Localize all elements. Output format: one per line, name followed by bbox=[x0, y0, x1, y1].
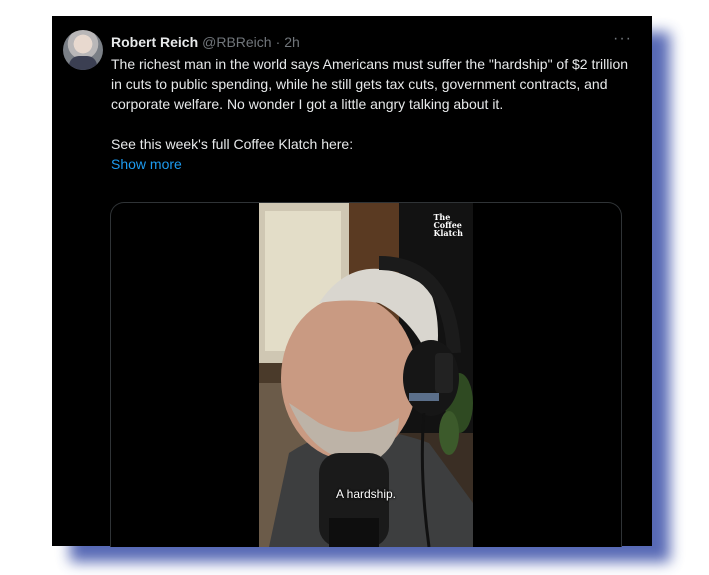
screenshot-stage: Robert Reich @RBReich · 2h ··· The riche… bbox=[0, 0, 709, 575]
author-name[interactable]: Robert Reich bbox=[111, 34, 198, 50]
author-handle[interactable]: @RBReich bbox=[202, 34, 271, 50]
video-player[interactable]: The Coffee Klatch A hardship. bbox=[259, 203, 473, 547]
tweet-timestamp[interactable]: 2h bbox=[284, 34, 300, 50]
header-separator: · bbox=[275, 34, 281, 50]
avatar-shirt bbox=[69, 56, 97, 70]
tweet-header: Robert Reich @RBReich · 2h bbox=[111, 32, 300, 52]
media-container[interactable]: The Coffee Klatch A hardship. bbox=[110, 202, 622, 547]
tweet-card[interactable]: Robert Reich @RBReich · 2h ··· The riche… bbox=[52, 16, 652, 547]
watermark-line-3: Klatch bbox=[433, 228, 463, 238]
tweet-body: The richest man in the world says Americ… bbox=[111, 54, 631, 174]
video-subtitle: A hardship. bbox=[335, 487, 397, 501]
show-more-link[interactable]: Show more bbox=[111, 154, 631, 174]
tweet-text-paragraph-2: See this week's full Coffee Klatch here: bbox=[111, 136, 354, 152]
avatar[interactable] bbox=[63, 30, 103, 70]
coffee-klatch-logo: The Coffee Klatch bbox=[433, 213, 463, 237]
tweet-text-paragraph-1: The richest man in the world says Americ… bbox=[111, 56, 629, 112]
more-options-icon[interactable]: ··· bbox=[613, 30, 632, 48]
